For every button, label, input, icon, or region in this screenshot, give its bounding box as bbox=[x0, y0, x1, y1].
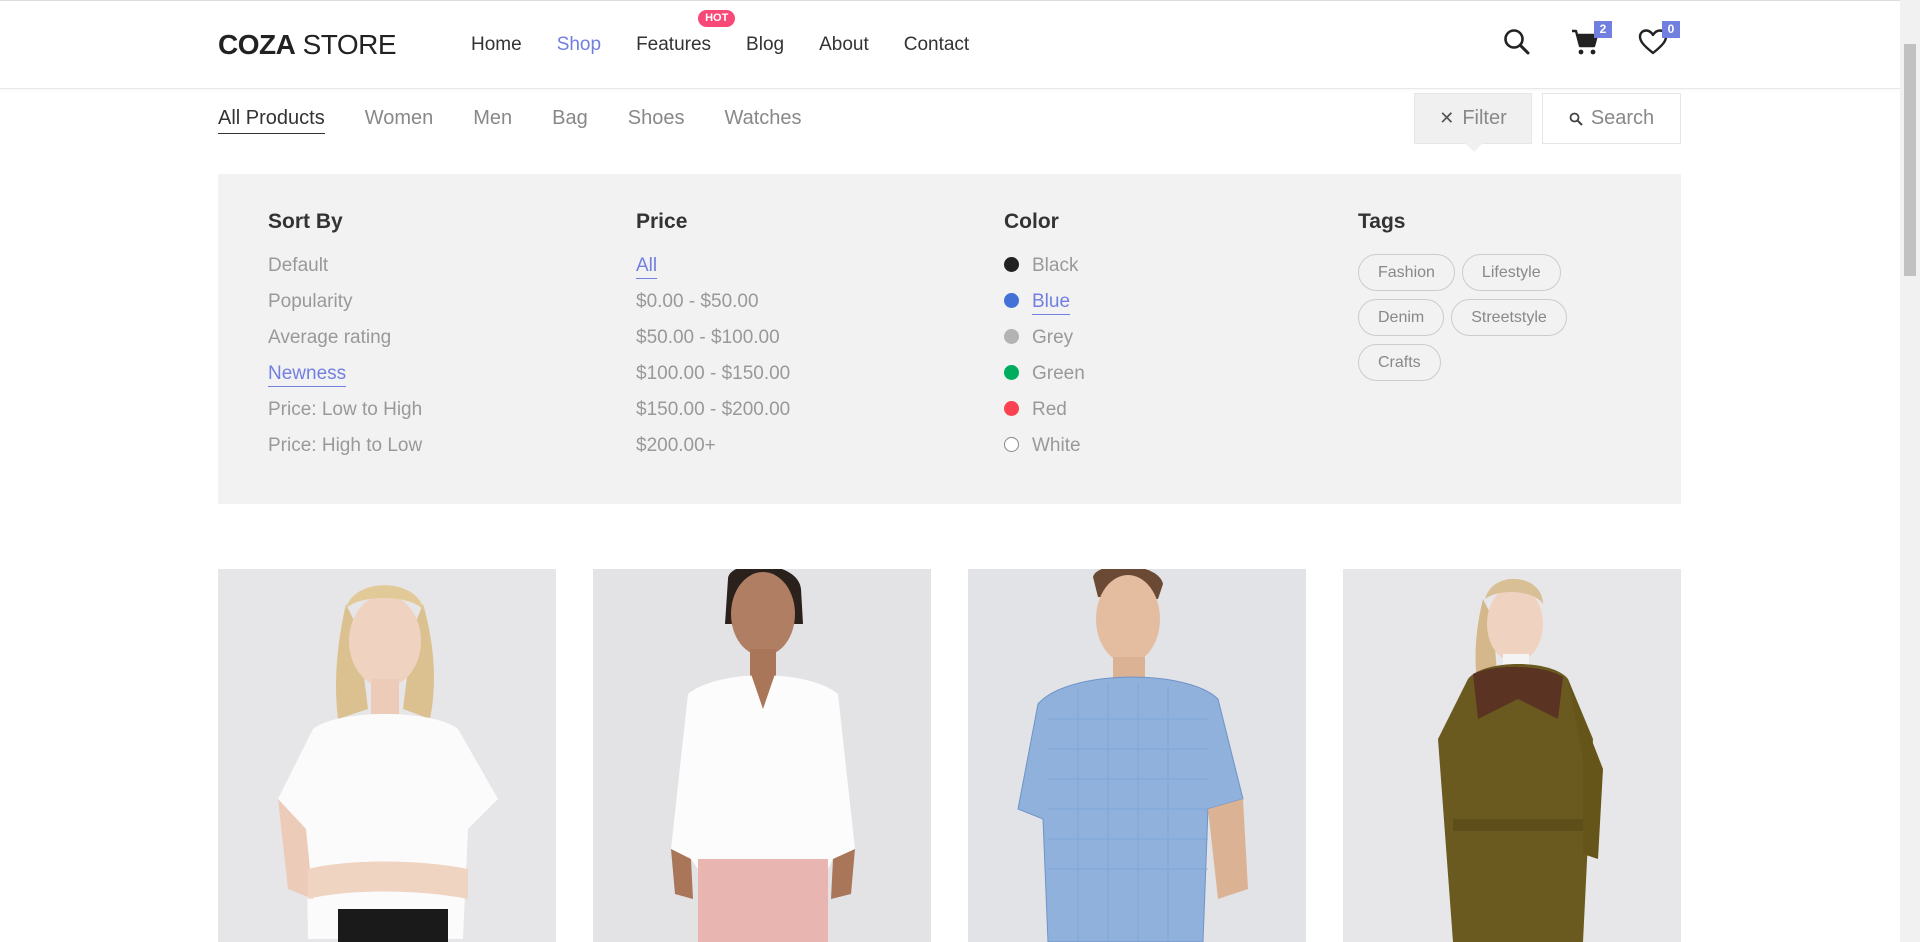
category-shoes[interactable]: Shoes bbox=[628, 107, 685, 134]
tag-crafts[interactable]: Crafts bbox=[1358, 344, 1441, 381]
color-title: Color bbox=[1004, 210, 1059, 233]
nav-shop[interactable]: Shop bbox=[557, 34, 601, 56]
price-option[interactable]: $100.00 - $150.00 bbox=[636, 360, 790, 396]
category-women[interactable]: Women bbox=[365, 107, 434, 134]
color-option[interactable]: White bbox=[1004, 432, 1085, 468]
sort-by-column: Sort By Default Popularity Average ratin… bbox=[268, 210, 422, 468]
nav-home[interactable]: Home bbox=[471, 34, 522, 56]
site-header: COZA STORE Home Shop Features HOT Blog Ab… bbox=[0, 1, 1900, 89]
color-swatch-white bbox=[1004, 437, 1019, 452]
tag-streetstyle[interactable]: Streetstyle bbox=[1451, 299, 1567, 336]
search-icon[interactable] bbox=[1502, 27, 1536, 61]
color-column: Color Black Blue Grey Green Red White bbox=[1004, 210, 1085, 468]
price-title: Price bbox=[636, 210, 688, 233]
scrollbar-thumb[interactable] bbox=[1904, 44, 1916, 276]
color-swatch-blue bbox=[1004, 293, 1019, 308]
filter-caret bbox=[1465, 143, 1483, 152]
nav-features[interactable]: Features HOT bbox=[636, 10, 736, 56]
sort-option[interactable]: Default bbox=[268, 252, 422, 288]
price-option[interactable]: $150.00 - $200.00 bbox=[636, 396, 790, 432]
product-image-man-blue-shirt[interactable] bbox=[968, 569, 1306, 942]
nav-contact[interactable]: Contact bbox=[904, 34, 969, 56]
product-image-woman-white-shirt[interactable] bbox=[593, 569, 931, 942]
color-option[interactable]: Grey bbox=[1004, 324, 1085, 360]
category-bag[interactable]: Bag bbox=[552, 107, 588, 134]
main-nav: Home Shop Features HOT Blog About Contact bbox=[471, 10, 1004, 56]
color-swatch-black bbox=[1004, 257, 1019, 272]
hot-badge: HOT bbox=[698, 10, 736, 27]
search-icon bbox=[1569, 112, 1583, 126]
color-swatch-green bbox=[1004, 365, 1019, 380]
sort-option[interactable]: Average rating bbox=[268, 324, 422, 360]
color-option[interactable]: Black bbox=[1004, 252, 1085, 288]
wishlist-count-badge: 0 bbox=[1662, 21, 1680, 38]
cart-count-badge: 2 bbox=[1594, 21, 1612, 38]
nav-about[interactable]: About bbox=[819, 34, 869, 56]
price-column: Price All $0.00 - $50.00 $50.00 - $100.0… bbox=[636, 210, 790, 468]
price-option[interactable]: $0.00 - $50.00 bbox=[636, 288, 790, 324]
sort-by-title: Sort By bbox=[268, 210, 343, 233]
cart-icon[interactable]: 2 bbox=[1570, 21, 1612, 61]
color-option[interactable]: Green bbox=[1004, 360, 1085, 396]
filter-button[interactable]: ✕ Filter bbox=[1414, 93, 1532, 144]
heart-icon[interactable]: 0 bbox=[1638, 21, 1680, 61]
close-icon: ✕ bbox=[1439, 108, 1455, 128]
product-image-woman-white-tshirt[interactable] bbox=[218, 569, 556, 942]
product-image-woman-olive-coat[interactable] bbox=[1343, 569, 1681, 942]
nav-blog[interactable]: Blog bbox=[746, 34, 784, 56]
filter-button-label: Filter bbox=[1462, 107, 1507, 129]
color-option[interactable]: Red bbox=[1004, 396, 1085, 432]
category-watches[interactable]: Watches bbox=[724, 107, 801, 134]
sort-option[interactable]: Popularity bbox=[268, 288, 422, 324]
tag-fashion[interactable]: Fashion bbox=[1358, 254, 1455, 291]
tags-title: Tags bbox=[1358, 210, 1406, 233]
color-swatch-red bbox=[1004, 401, 1019, 416]
color-swatch-grey bbox=[1004, 329, 1019, 344]
search-toggle-button[interactable]: Search bbox=[1542, 93, 1681, 144]
page-scrollbar[interactable] bbox=[1900, 0, 1920, 942]
sort-option-selected[interactable]: Newness bbox=[268, 360, 422, 396]
color-option-selected[interactable]: Blue bbox=[1004, 288, 1085, 324]
tag-denim[interactable]: Denim bbox=[1358, 299, 1445, 336]
price-option-selected[interactable]: All bbox=[636, 252, 790, 288]
search-button-label: Search bbox=[1590, 107, 1655, 129]
category-all-products[interactable]: All Products bbox=[218, 107, 325, 134]
tags-column: Tags Fashion Lifestyle Denim Streetstyle… bbox=[1358, 210, 1618, 381]
filter-panel: Sort By Default Popularity Average ratin… bbox=[218, 174, 1681, 504]
price-option[interactable]: $50.00 - $100.00 bbox=[636, 324, 790, 360]
category-filter-bar: All Products Women Men Bag Shoes Watches bbox=[218, 107, 842, 134]
logo[interactable]: COZA STORE bbox=[218, 29, 397, 61]
tag-lifestyle[interactable]: Lifestyle bbox=[1461, 254, 1561, 291]
sort-option[interactable]: Price: High to Low bbox=[268, 432, 422, 468]
category-men[interactable]: Men bbox=[473, 107, 512, 134]
price-option[interactable]: $200.00+ bbox=[636, 432, 790, 468]
tag-list: Fashion Lifestyle Denim Streetstyle Craf… bbox=[1358, 254, 1618, 381]
sort-option[interactable]: Price: Low to High bbox=[268, 396, 422, 432]
